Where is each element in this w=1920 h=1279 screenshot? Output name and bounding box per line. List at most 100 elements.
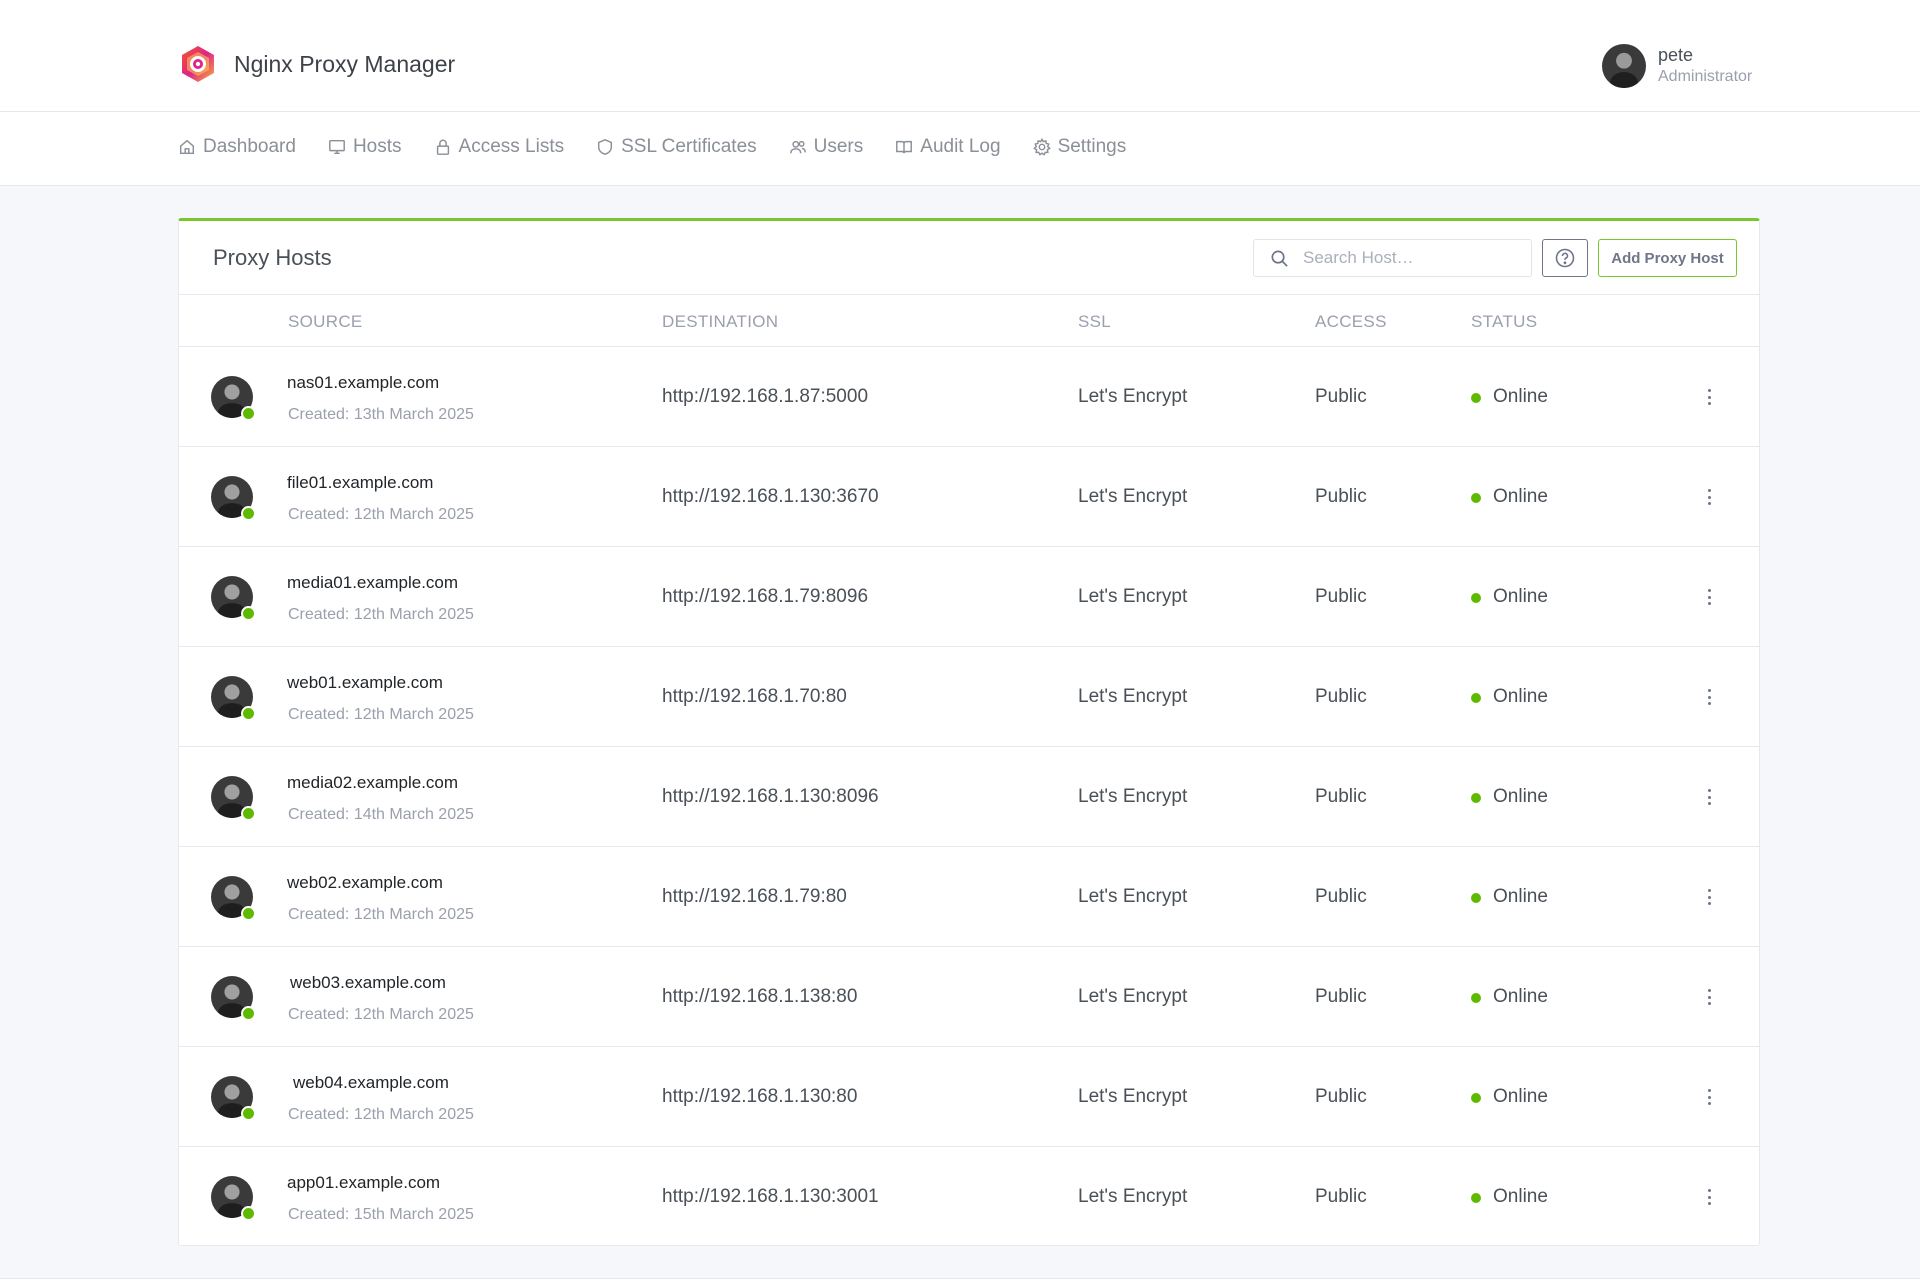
source-domain[interactable]: file01.example.com bbox=[287, 473, 433, 493]
status-text: Online bbox=[1493, 486, 1548, 507]
created-date: Created: 12th March 2025 bbox=[288, 1106, 474, 1123]
column-header-ssl[interactable]: SSL bbox=[1078, 312, 1111, 332]
ssl: Let's Encrypt bbox=[1078, 486, 1188, 507]
main-nav: Dashboard Hosts Access Lists SSL Certifi… bbox=[0, 112, 1920, 186]
source-domain[interactable]: app01.example.com bbox=[287, 1173, 440, 1193]
destination: http://192.168.1.87:5000 bbox=[662, 386, 869, 407]
search-input[interactable] bbox=[1303, 248, 1503, 268]
online-indicator bbox=[241, 1106, 256, 1121]
source-domain[interactable]: web01.example.com bbox=[287, 673, 443, 693]
source-domain[interactable]: media02.example.com bbox=[287, 773, 458, 793]
user-menu[interactable]: pete Administrator bbox=[1602, 44, 1752, 88]
table-row[interactable]: file01.example.com Created: 12th March 2… bbox=[179, 447, 1759, 547]
help-icon bbox=[1555, 248, 1575, 268]
destination: http://192.168.1.70:80 bbox=[662, 686, 847, 707]
table-row[interactable]: media02.example.com Created: 14th March … bbox=[179, 747, 1759, 847]
row-actions-menu-icon[interactable] bbox=[1703, 985, 1715, 1009]
table-row[interactable]: web03.example.com Created: 12th March 20… bbox=[179, 947, 1759, 1047]
user-avatar bbox=[1602, 44, 1646, 88]
access: Public bbox=[1315, 386, 1367, 407]
nav-item-label: Hosts bbox=[352, 136, 402, 157]
card-header: Proxy Hosts Add Proxy Host bbox=[179, 221, 1759, 295]
ssl: Let's Encrypt bbox=[1078, 586, 1188, 607]
status-dot bbox=[1471, 1193, 1481, 1203]
status-text: Online bbox=[1493, 686, 1548, 707]
nav-item-hosts[interactable]: Hosts bbox=[328, 136, 402, 158]
row-actions-menu-icon[interactable] bbox=[1703, 885, 1715, 909]
ssl: Let's Encrypt bbox=[1078, 986, 1188, 1007]
search-box[interactable] bbox=[1253, 239, 1532, 277]
search-icon bbox=[1271, 250, 1288, 267]
table-row[interactable]: nas01.example.com Created: 13th March 20… bbox=[179, 347, 1759, 447]
created-date: Created: 12th March 2025 bbox=[288, 1006, 474, 1023]
brand[interactable]: Nginx Proxy Manager bbox=[178, 44, 455, 84]
users-icon bbox=[789, 140, 806, 154]
nav-item-label: Access Lists bbox=[458, 136, 565, 157]
column-header-status[interactable]: STATUS bbox=[1471, 312, 1537, 332]
row-actions-menu-icon[interactable] bbox=[1703, 585, 1715, 609]
top-header: Nginx Proxy Manager pete Administrator bbox=[0, 0, 1920, 112]
column-header-access[interactable]: ACCESS bbox=[1315, 312, 1387, 332]
row-actions-menu-icon[interactable] bbox=[1703, 785, 1715, 809]
row-actions-menu-icon[interactable] bbox=[1703, 685, 1715, 709]
destination: http://192.168.1.130:8096 bbox=[662, 786, 879, 807]
add-proxy-host-button[interactable]: Add Proxy Host bbox=[1598, 239, 1737, 277]
source-domain[interactable]: web03.example.com bbox=[290, 973, 446, 993]
nav-item-label: SSL Certificates bbox=[621, 136, 757, 157]
access: Public bbox=[1315, 786, 1367, 807]
column-header-destination[interactable]: DESTINATION bbox=[662, 312, 778, 332]
home-icon bbox=[179, 139, 195, 155]
monitor-icon bbox=[329, 139, 345, 155]
destination: http://192.168.1.130:3001 bbox=[662, 1186, 879, 1207]
row-actions-menu-icon[interactable] bbox=[1703, 485, 1715, 509]
table-row[interactable]: app01.example.com Created: 15th March 20… bbox=[179, 1147, 1759, 1247]
status-dot bbox=[1471, 893, 1481, 903]
status-dot bbox=[1471, 1093, 1481, 1103]
row-actions-menu-icon[interactable] bbox=[1703, 1185, 1715, 1209]
status-text: Online bbox=[1493, 886, 1548, 907]
source-domain[interactable]: media01.example.com bbox=[287, 573, 458, 593]
access: Public bbox=[1315, 1086, 1367, 1107]
nav-item-settings[interactable]: Settings bbox=[1032, 136, 1127, 158]
access: Public bbox=[1315, 1186, 1367, 1207]
destination: http://192.168.1.79:80 bbox=[662, 886, 847, 907]
column-header-source[interactable]: SOURCE bbox=[288, 312, 363, 332]
online-indicator bbox=[241, 606, 256, 621]
table-row[interactable]: web02.example.com Created: 12th March 20… bbox=[179, 847, 1759, 947]
online-indicator bbox=[241, 506, 256, 521]
row-actions-menu-icon[interactable] bbox=[1703, 385, 1715, 409]
help-button[interactable] bbox=[1542, 239, 1588, 277]
row-actions-menu-icon[interactable] bbox=[1703, 1085, 1715, 1109]
source-domain[interactable]: nas01.example.com bbox=[287, 373, 439, 393]
ssl: Let's Encrypt bbox=[1078, 1186, 1188, 1207]
status-dot bbox=[1471, 993, 1481, 1003]
table-row[interactable]: media01.example.com Created: 12th March … bbox=[179, 547, 1759, 647]
online-indicator bbox=[241, 706, 256, 721]
status-dot bbox=[1471, 693, 1481, 703]
table-header: SOURCE DESTINATION SSL ACCESS STATUS bbox=[179, 295, 1759, 347]
destination: http://192.168.1.130:80 bbox=[662, 1086, 858, 1107]
source-domain[interactable]: web04.example.com bbox=[293, 1073, 449, 1093]
user-role: Administrator bbox=[1658, 68, 1753, 85]
access: Public bbox=[1315, 686, 1367, 707]
status-text: Online bbox=[1493, 1186, 1548, 1207]
access: Public bbox=[1315, 586, 1367, 607]
online-indicator bbox=[241, 406, 256, 421]
source-domain[interactable]: web02.example.com bbox=[287, 873, 443, 893]
created-date: Created: 12th March 2025 bbox=[288, 906, 474, 923]
access: Public bbox=[1315, 486, 1367, 507]
nav-item-ssl-certificates[interactable]: SSL Certificates bbox=[596, 136, 757, 158]
destination: http://192.168.1.79:8096 bbox=[662, 586, 869, 607]
nav-item-audit-log[interactable]: Audit Log bbox=[895, 136, 1001, 158]
access: Public bbox=[1315, 986, 1367, 1007]
status-dot bbox=[1471, 493, 1481, 503]
nav-item-access-lists[interactable]: Access Lists bbox=[434, 136, 565, 158]
status-dot bbox=[1471, 393, 1481, 403]
nav-item-users[interactable]: Users bbox=[789, 136, 863, 158]
status-text: Online bbox=[1493, 786, 1548, 807]
table-row[interactable]: web01.example.com Created: 12th March 20… bbox=[179, 647, 1759, 747]
nav-item-dashboard[interactable]: Dashboard bbox=[178, 136, 296, 158]
nav-item-label: Settings bbox=[1057, 136, 1127, 157]
table-row[interactable]: web04.example.com Created: 12th March 20… bbox=[179, 1047, 1759, 1147]
online-indicator bbox=[241, 1006, 256, 1021]
